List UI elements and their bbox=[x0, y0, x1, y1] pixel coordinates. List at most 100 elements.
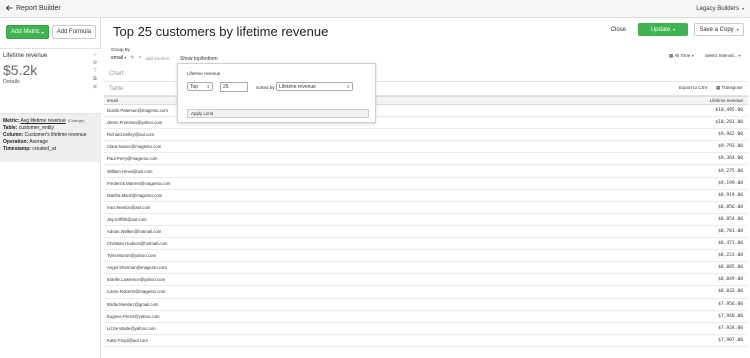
column-label: Column: bbox=[3, 132, 24, 138]
revenue-cell: $9,793.00 bbox=[718, 144, 743, 150]
revenue-cell: $9,199.00 bbox=[718, 180, 743, 186]
metric-label: Metric: bbox=[3, 118, 20, 124]
table-row: Clara.Nunez@magento.com $9,793.00 bbox=[104, 141, 748, 154]
close-button[interactable]: Close bbox=[611, 27, 626, 33]
sorted-by-select[interactable]: Lifetime revenue ⇕ bbox=[276, 82, 353, 91]
transpose-button[interactable]: ▦ Transpose bbox=[716, 85, 743, 91]
revenue-cell: $7,956.00 bbox=[718, 301, 743, 307]
table-row: Christian.Hudson@hotmail.com $8,471.00 bbox=[104, 238, 748, 251]
operation-label: Operation: bbox=[3, 139, 29, 145]
add-metric-label: Add Metric bbox=[11, 29, 40, 35]
delete-icon[interactable]: ⊗ bbox=[92, 84, 98, 90]
timestamp-label: Timestamp: bbox=[3, 146, 31, 152]
add-metric-button[interactable]: Add Metric ▾ bbox=[6, 25, 49, 39]
email-cell: Lizzie.Wade@yahoo.com bbox=[107, 325, 156, 331]
group-by-value[interactable]: email ▾ bbox=[111, 55, 126, 61]
group-by-text: email bbox=[111, 55, 123, 61]
show-topbottom-link[interactable]: Show top/bottom bbox=[180, 56, 218, 62]
add-another-link[interactable]: add another bbox=[145, 56, 169, 61]
remove-icon[interactable]: × bbox=[139, 55, 142, 61]
metrics-panel: Add Metric ▾ Add Formula Lifetime revenu… bbox=[0, 18, 101, 358]
table-row: Inez.Newton@aol.com $8,856.00 bbox=[104, 202, 748, 214]
chevron-down-icon: ▾ bbox=[736, 27, 739, 32]
chart-label: Chart bbox=[109, 71, 124, 77]
group-by-label: Group By bbox=[111, 47, 131, 52]
time-range-dropdown[interactable]: ▦ All Time ▾ bbox=[669, 53, 694, 59]
time-range-label: All Time bbox=[674, 53, 691, 58]
direction-select[interactable]: Top ⇕ bbox=[187, 82, 213, 91]
settings-icon[interactable]: ⚙ bbox=[92, 60, 98, 66]
edit-icon[interactable]: ✎ bbox=[130, 55, 134, 61]
email-cell: Carrie.Roberts@magento.com bbox=[107, 289, 166, 295]
revenue-cell: $8,919.00 bbox=[718, 192, 743, 198]
metric-card[interactable]: Lifetime revenue $5.2k Details ○ ⚙ ⊤ ⧉ ⊗ bbox=[0, 48, 101, 114]
account-menu[interactable]: Legacy Builders ▾ bbox=[696, 6, 744, 12]
apply-limit-button[interactable]: Apply Limit bbox=[187, 109, 369, 118]
column-header-lifetime-revenue[interactable]: Lifetime revenue bbox=[710, 98, 743, 103]
account-name: Legacy Builders bbox=[696, 5, 739, 12]
table-row: Adrian.Walker@hotmail.com $8,781.00 bbox=[104, 226, 748, 239]
filter-icon[interactable]: ⊤ bbox=[92, 68, 98, 74]
revenue-cell: $9,364.00 bbox=[718, 156, 743, 162]
column-header-email[interactable]: email bbox=[107, 98, 118, 103]
metric-details-link[interactable]: Details bbox=[3, 79, 20, 85]
table-label: Table bbox=[109, 86, 124, 92]
back-label: Report Builder bbox=[16, 5, 61, 12]
revenue-cell: $8,854.00 bbox=[718, 216, 743, 222]
table-row: Birdie.Mendez@gmail.com $7,956.00 bbox=[104, 299, 748, 311]
select-arrows-icon: ⇕ bbox=[346, 84, 350, 89]
email-cell: Adrian.Walker@hotmail.com bbox=[107, 228, 162, 234]
email-cell: Tyler.Morton@yahoo.com bbox=[107, 253, 157, 259]
email-cell: Glenn.Freeman@yahoo.com bbox=[107, 120, 163, 126]
limit-count-input[interactable]: 25 bbox=[220, 82, 248, 92]
column-value: Customer's lifetime revenue bbox=[24, 132, 87, 138]
visibility-icon[interactable]: ○ bbox=[92, 52, 98, 58]
revenue-cell: $8,085.00 bbox=[718, 265, 743, 271]
revenue-cell: $8,032.00 bbox=[718, 289, 743, 295]
sorted-by-label: sorted by: bbox=[256, 85, 276, 90]
email-cell: Clara.Nunez@magento.com bbox=[107, 144, 162, 150]
email-cell: Jay.Griffith@aol.com bbox=[107, 216, 147, 222]
revenue-cell: $9,275.00 bbox=[718, 168, 743, 174]
interval-label: Select Interval... bbox=[705, 53, 738, 58]
change-metric-link[interactable]: (Change) bbox=[68, 118, 85, 123]
page-title: Top 25 customers by lifetime revenue bbox=[113, 24, 329, 39]
email-cell: Frederick.Warren@magento.com bbox=[107, 180, 171, 186]
chevron-down-icon: ▾ bbox=[738, 53, 741, 58]
email-cell: Birdie.Mendez@gmail.com bbox=[107, 301, 159, 307]
email-cell: Dustin.Paterson@magento.com bbox=[107, 108, 168, 114]
revenue-cell: $9,942.00 bbox=[718, 132, 743, 138]
table-row: Estelle.Lawrence@yahoo.com $8,049.00 bbox=[104, 274, 748, 287]
chevron-down-icon: ▾ bbox=[741, 6, 744, 11]
email-cell: Eugene.Perez@yahoo.com bbox=[107, 313, 160, 319]
copy-icon[interactable]: ⧉ bbox=[92, 76, 98, 82]
email-cell: Angel.Sherman@magento.com bbox=[107, 265, 168, 271]
sorted-by-value: Lifetime revenue bbox=[279, 83, 316, 90]
table-row: Carrie.Roberts@magento.com $8,032.00 bbox=[104, 286, 748, 299]
email-cell: Estelle.Lawrence@yahoo.com bbox=[107, 277, 166, 283]
table-label: Table: bbox=[3, 125, 18, 131]
email-cell: Christian.Hudson@hotmail.com bbox=[107, 241, 168, 247]
save-copy-button[interactable]: Save a Copy ▾ bbox=[694, 23, 744, 36]
chevron-down-icon: ▾ bbox=[41, 29, 44, 35]
interval-dropdown[interactable]: Select Interval... ▾ bbox=[705, 53, 741, 58]
revenue-cell: $10,281.00 bbox=[715, 120, 743, 126]
table-value: customer_entity bbox=[18, 125, 55, 131]
revenue-cell: $7,907.00 bbox=[718, 337, 743, 343]
back-to-report-builder[interactable]: Report Builder bbox=[5, 4, 61, 13]
transpose-icon: ▦ bbox=[716, 85, 721, 90]
metric-info: Metric: Avg lifetime revenue (Change) Tab… bbox=[0, 114, 101, 162]
email-cell: William.Hines@aol.com bbox=[107, 168, 153, 174]
table-row: Frederick.Warren@magento.com $9,199.00 bbox=[104, 178, 748, 190]
email-cell: Paul.Perry@magento.com bbox=[107, 156, 158, 162]
top-bar: Report Builder Legacy Builders ▾ bbox=[0, 0, 750, 18]
add-formula-button[interactable]: Add Formula bbox=[51, 25, 97, 39]
calendar-icon: ▦ bbox=[669, 53, 674, 58]
metric-link[interactable]: Avg lifetime revenue bbox=[21, 118, 66, 124]
update-button[interactable]: Update ▾ bbox=[638, 23, 688, 36]
table-row: Lizzie.Wade@yahoo.com $7,928.00 bbox=[104, 323, 748, 335]
export-csv-link[interactable]: Export to CSV bbox=[679, 85, 708, 90]
table-row: Richard.Kelley@aol.com $9,942.00 bbox=[104, 129, 748, 142]
chevron-down-icon: ▾ bbox=[124, 55, 127, 60]
revenue-cell: $7,940.00 bbox=[718, 313, 743, 319]
